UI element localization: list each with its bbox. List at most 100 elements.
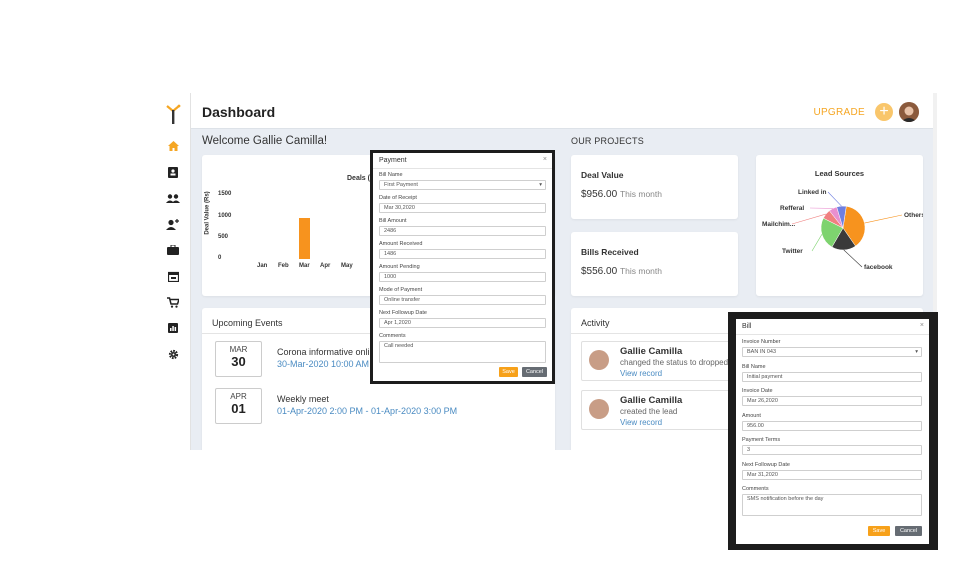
event-title[interactable]: Weekly meet bbox=[277, 394, 329, 404]
pie-label-connector bbox=[811, 234, 823, 252]
pie-label-connector bbox=[843, 249, 863, 268]
activity-user-name: Gallie Camilla bbox=[620, 346, 683, 357]
text-input[interactable]: Initial payment bbox=[742, 371, 922, 382]
bill-modal-title: Bill bbox=[742, 323, 752, 330]
cancel-button[interactable]: Cancel bbox=[895, 526, 922, 536]
text-input[interactable]: 1000 bbox=[379, 272, 546, 282]
y-tick-label: 500 bbox=[218, 233, 229, 240]
x-tick-label: Jan bbox=[257, 263, 268, 269]
pie-label: Mailchim... bbox=[762, 221, 795, 228]
y-tick-label: 1000 bbox=[218, 212, 232, 219]
chevron-down-icon: ▾ bbox=[539, 182, 542, 188]
text-input[interactable]: 956.00 bbox=[742, 420, 922, 431]
amount: $556.00 bbox=[581, 266, 618, 277]
divider bbox=[373, 168, 552, 169]
event-title[interactable]: Corona informative online bbox=[277, 347, 380, 357]
text-input[interactable]: 2486 bbox=[379, 226, 546, 236]
briefcase-icon[interactable] bbox=[164, 242, 182, 258]
field-label: Comments bbox=[379, 333, 406, 339]
x-tick-label: Apr bbox=[320, 263, 331, 269]
pie-label-connector bbox=[827, 191, 842, 207]
event-time[interactable]: 01-Apr-2020 2:00 PM - 01-Apr-2020 3:00 P… bbox=[277, 406, 457, 416]
payment-modal-title: Payment bbox=[379, 157, 407, 164]
text-input[interactable]: 1486 bbox=[379, 249, 546, 259]
field-label: Payment Terms bbox=[742, 437, 781, 443]
field-value: Mar 30,2020 bbox=[384, 205, 415, 211]
add-button[interactable]: + bbox=[875, 103, 893, 121]
save-button[interactable]: Save bbox=[499, 367, 518, 377]
view-record-link[interactable]: View record bbox=[620, 418, 662, 427]
event-time[interactable]: 30-Mar-2020 10:00 AM - 3 bbox=[277, 359, 382, 369]
pie-label-connector bbox=[864, 214, 903, 224]
text-input[interactable]: Mar 26,2020 bbox=[742, 396, 922, 406]
cancel-button[interactable]: Cancel bbox=[522, 367, 547, 377]
text-input[interactable]: Apr 1,2020 bbox=[379, 318, 546, 328]
avatar[interactable] bbox=[899, 102, 919, 122]
payment-modal: Payment × Bill Name First Payment ▾ Date of… bbox=[370, 150, 555, 384]
comments-textarea[interactable]: Call needed bbox=[379, 341, 546, 363]
text-input[interactable]: 3 bbox=[742, 445, 922, 455]
close-icon[interactable]: × bbox=[920, 322, 924, 329]
avatar bbox=[589, 399, 609, 419]
comments-textarea[interactable]: SMS notification before the day bbox=[742, 494, 922, 516]
field-value: 1000 bbox=[384, 274, 397, 280]
field-label: Mode of Payment bbox=[379, 287, 423, 293]
view-record-link[interactable]: View record bbox=[620, 369, 662, 378]
lead-sources-pie-chart: Others facebook Twitter Mailchim... Refferal… bbox=[762, 189, 923, 271]
cart-icon[interactable] bbox=[164, 294, 182, 310]
x-tick-label: Mar bbox=[299, 263, 310, 269]
bill-modal: Bill × Invoice Number BAN IN 043 ▾ Bill Nam… bbox=[728, 312, 938, 550]
chevron-down-icon: ▾ bbox=[915, 349, 918, 355]
bills-received-card[interactable]: Bills Received $556.00 This month bbox=[571, 232, 738, 296]
pie-label: Others bbox=[904, 212, 923, 219]
text-input[interactable]: Online transfer bbox=[379, 295, 546, 305]
pie-label-connector bbox=[791, 213, 827, 225]
top-bar: Dashboard UPGRADE + bbox=[191, 93, 937, 129]
select-field[interactable]: First Payment ▾ bbox=[379, 180, 546, 190]
pie-label: Refferal bbox=[780, 205, 804, 212]
field-label: Amount Pending bbox=[379, 264, 420, 270]
field-value: Mar 26,2020 bbox=[747, 398, 778, 404]
add-user-icon[interactable] bbox=[164, 216, 182, 232]
field-value: Initial payment bbox=[747, 373, 783, 380]
field-label: Bill Amount bbox=[379, 218, 407, 224]
field-label: Next Followup Date bbox=[742, 461, 790, 468]
field-value: 1486 bbox=[384, 251, 397, 257]
field-label: Bill Name bbox=[379, 172, 403, 178]
field-value: BAN IN 043 bbox=[747, 349, 777, 355]
text-input[interactable]: Mar 30,2020 bbox=[379, 203, 546, 213]
deal-value-card[interactable]: Deal Value $956.00 This month bbox=[571, 155, 738, 219]
close-icon[interactable]: × bbox=[543, 156, 547, 163]
settings-icon[interactable] bbox=[164, 346, 182, 362]
field-label: Invoice Date bbox=[742, 388, 773, 394]
deal-value-label: Deal Value bbox=[581, 170, 624, 180]
select-field[interactable]: BAN IN 043 ▾ bbox=[742, 347, 922, 357]
amount: $956.00 bbox=[581, 189, 618, 200]
sidebar bbox=[155, 93, 191, 450]
calendar-icon[interactable] bbox=[164, 268, 182, 284]
bar-mar[interactable] bbox=[299, 218, 310, 259]
field-label: Amount Received bbox=[379, 241, 423, 247]
home-icon[interactable] bbox=[164, 138, 182, 154]
field-label: Next Followup Date bbox=[379, 310, 427, 316]
period: This month bbox=[619, 189, 662, 199]
field-label: Bill Name bbox=[742, 363, 766, 370]
field-label: Amount bbox=[742, 412, 761, 419]
activity-description: created the lead bbox=[620, 407, 678, 416]
contact-book-icon[interactable] bbox=[164, 164, 182, 180]
text-input[interactable]: Mar 31,2020 bbox=[742, 469, 922, 480]
pie-label: facebook bbox=[864, 264, 893, 271]
bills-received-label: Bills Received bbox=[581, 247, 639, 257]
field-label: Invoice Number bbox=[742, 339, 781, 345]
report-chart-icon[interactable] bbox=[164, 320, 182, 336]
lead-sources-card: Lead Sources Others facebook Twitter Mailch… bbox=[756, 155, 923, 296]
save-button[interactable]: Save bbox=[868, 526, 890, 536]
users-icon[interactable] bbox=[164, 190, 182, 206]
app-logo[interactable] bbox=[164, 103, 182, 125]
pie-label: Linked in bbox=[798, 189, 827, 196]
chart-title: Deals ( bbox=[347, 175, 370, 182]
page-title: Dashboard bbox=[202, 104, 276, 120]
field-value: Call needed bbox=[384, 343, 414, 349]
upgrade-link[interactable]: UPGRADE bbox=[813, 107, 865, 118]
field-value: SMS notification before the day bbox=[747, 496, 824, 502]
